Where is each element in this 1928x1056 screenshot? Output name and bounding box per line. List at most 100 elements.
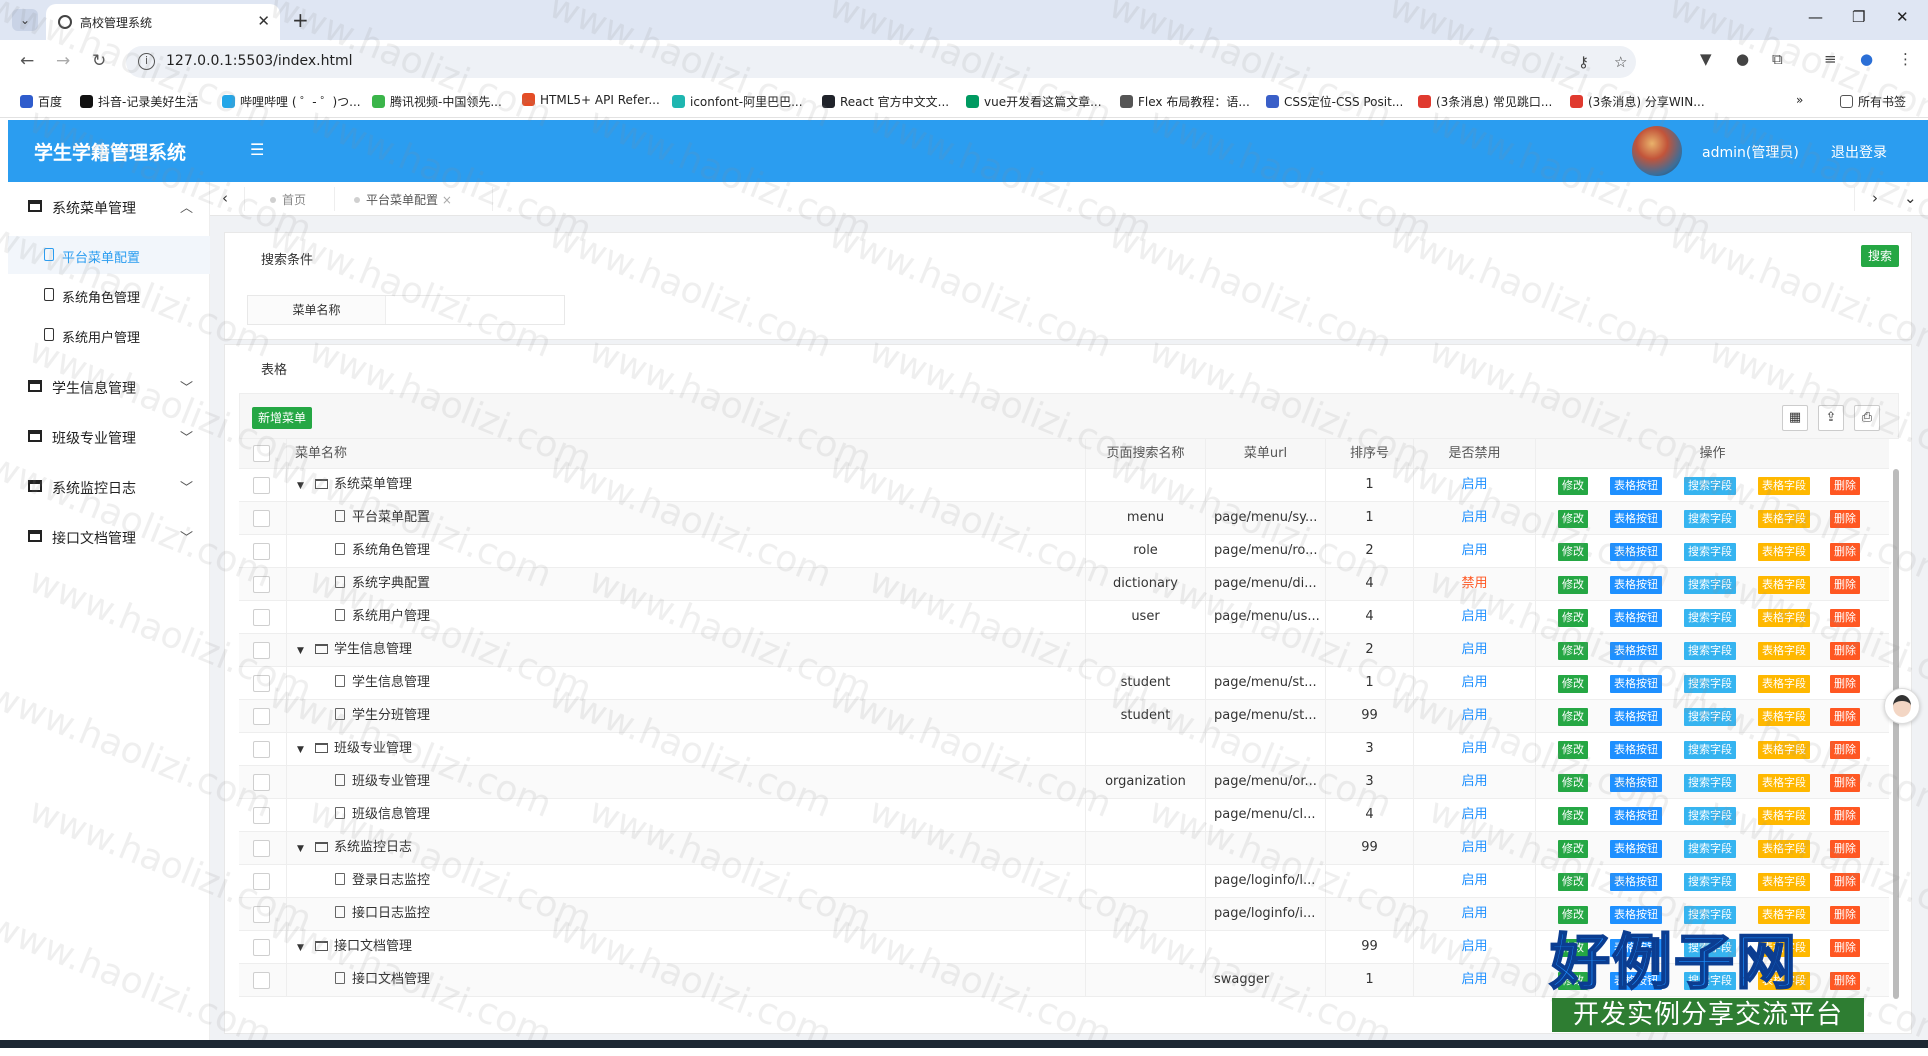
- avatar[interactable]: [1632, 126, 1682, 176]
- search-fields-button[interactable]: 搜索字段: [1684, 708, 1736, 726]
- reload-icon[interactable]: ↻: [92, 51, 106, 71]
- table-row[interactable]: 系统用户管理 user page/menu/us... 4 启用 修改 表格按钮 搜索字段 表格…: [239, 601, 1889, 634]
- table-row[interactable]: ▼ 学生信息管理 2 启用 修改 表格按钮 搜索字段 表格字段 删除: [239, 634, 1889, 667]
- all-bookmarks-button[interactable]: 所有书签: [1840, 93, 1906, 110]
- edit-button[interactable]: 修改: [1558, 642, 1588, 660]
- search-fields-button[interactable]: 搜索字段: [1684, 774, 1736, 792]
- search-fields-button[interactable]: 搜索字段: [1684, 741, 1736, 759]
- search-fields-button[interactable]: 搜索字段: [1684, 873, 1736, 891]
- edit-button[interactable]: 修改: [1558, 840, 1588, 858]
- delete-button[interactable]: 删除: [1830, 840, 1860, 858]
- bookmark[interactable]: vue开发看这篇文章...: [966, 93, 1102, 110]
- delete-button[interactable]: 删除: [1830, 675, 1860, 693]
- table-row[interactable]: 学生分班管理 student page/menu/st... 99 启用 修改 表格按钮 搜索…: [239, 700, 1889, 733]
- delete-button[interactable]: 删除: [1830, 807, 1860, 825]
- row-checkbox[interactable]: [253, 873, 270, 890]
- tabs-scroll-right-icon[interactable]: ›: [1872, 189, 1878, 207]
- table-buttons-button[interactable]: 表格按钮: [1610, 642, 1662, 660]
- column-header[interactable]: 菜单名称: [287, 439, 1086, 469]
- table-buttons-button[interactable]: 表格按钮: [1610, 675, 1662, 693]
- omnibox[interactable]: i 127.0.0.1:5503/index.html ☆ ⚷: [126, 46, 1636, 78]
- print-icon[interactable]: ⎙: [1854, 405, 1880, 431]
- row-checkbox[interactable]: [253, 477, 270, 494]
- row-checkbox[interactable]: [253, 774, 270, 791]
- close-icon[interactable]: ×: [442, 193, 452, 207]
- tab-search-icon[interactable]: ⌄: [12, 9, 38, 31]
- row-checkbox[interactable]: [253, 609, 270, 626]
- bookmark[interactable]: 腾讯视频-中国领先...: [372, 93, 502, 110]
- logout-button[interactable]: 退出登录: [1831, 142, 1887, 162]
- key-icon[interactable]: ⚷: [1578, 53, 1589, 71]
- table-buttons-button[interactable]: 表格按钮: [1610, 609, 1662, 627]
- select-all-checkbox[interactable]: [253, 445, 270, 462]
- delete-button[interactable]: 删除: [1830, 510, 1860, 528]
- table-fields-button[interactable]: 表格字段: [1758, 873, 1810, 891]
- table-fields-button[interactable]: 表格字段: [1758, 807, 1810, 825]
- sidebar-group-system-menu[interactable]: 系统菜单管理 ︿: [8, 186, 210, 226]
- table-buttons-button[interactable]: 表格按钮: [1610, 510, 1662, 528]
- site-info-icon[interactable]: i: [138, 53, 155, 70]
- table-fields-button[interactable]: 表格字段: [1758, 543, 1810, 561]
- delete-button[interactable]: 删除: [1830, 642, 1860, 660]
- delete-button[interactable]: 删除: [1830, 708, 1860, 726]
- bookmark-star-icon[interactable]: ☆: [1614, 53, 1627, 71]
- table-row[interactable]: ▼ 班级专业管理 3 启用 修改 表格按钮 搜索字段 表格字段 删除: [239, 733, 1889, 766]
- column-header[interactable]: 菜单url: [1206, 439, 1326, 469]
- edit-button[interactable]: 修改: [1558, 543, 1588, 561]
- edit-button[interactable]: 修改: [1558, 510, 1588, 528]
- search-fields-button[interactable]: 搜索字段: [1684, 675, 1736, 693]
- row-checkbox[interactable]: [253, 906, 270, 923]
- table-fields-button[interactable]: 表格字段: [1758, 609, 1810, 627]
- columns-icon[interactable]: ▦: [1782, 405, 1808, 431]
- bookmark[interactable]: CSS定位-CSS Posit...: [1266, 93, 1403, 110]
- forward-icon[interactable]: →: [56, 51, 70, 71]
- user-name[interactable]: admin(管理员): [1702, 142, 1799, 162]
- table-buttons-button[interactable]: 表格按钮: [1610, 477, 1662, 495]
- back-icon[interactable]: ←: [20, 51, 34, 71]
- bookmark[interactable]: 抖音-记录美好生活: [80, 93, 198, 110]
- caret-down-icon[interactable]: ▼: [297, 833, 307, 865]
- caret-down-icon[interactable]: ▼: [297, 734, 307, 766]
- search-fields-button[interactable]: 搜索字段: [1684, 807, 1736, 825]
- delete-button[interactable]: 删除: [1830, 543, 1860, 561]
- bookmarks-overflow-button[interactable]: »: [1796, 93, 1803, 107]
- row-checkbox[interactable]: [253, 510, 270, 527]
- delete-button[interactable]: 删除: [1830, 477, 1860, 495]
- add-menu-button[interactable]: 新增菜单: [252, 407, 313, 429]
- delete-button[interactable]: 删除: [1830, 774, 1860, 792]
- more-menu-icon[interactable]: ⋮: [1898, 50, 1913, 68]
- row-checkbox[interactable]: [253, 840, 270, 857]
- table-buttons-button[interactable]: 表格按钮: [1610, 840, 1662, 858]
- search-fields-button[interactable]: 搜索字段: [1684, 543, 1736, 561]
- delete-button[interactable]: 删除: [1830, 741, 1860, 759]
- menu-toggle-icon[interactable]: ☰: [250, 140, 264, 159]
- extension-filter-icon[interactable]: ▼: [1700, 50, 1712, 68]
- bookmark[interactable]: HTML5+ API Refer...: [522, 93, 660, 107]
- delete-button[interactable]: 删除: [1830, 873, 1860, 891]
- table-row[interactable]: 班级专业管理 organization page/menu/or... 3 启用 修改 表格…: [239, 766, 1889, 799]
- bookmark[interactable]: iconfont-阿里巴巴...: [672, 93, 803, 110]
- browser-tab[interactable]: 高校管理系统 ✕: [46, 4, 280, 40]
- table-fields-button[interactable]: 表格字段: [1758, 576, 1810, 594]
- table-fields-button[interactable]: 表格字段: [1758, 477, 1810, 495]
- row-checkbox[interactable]: [253, 543, 270, 560]
- menu-name-input[interactable]: [386, 296, 564, 324]
- row-checkbox[interactable]: [253, 972, 270, 989]
- table-row[interactable]: 学生信息管理 student page/menu/st... 1 启用 修改 表格按钮 搜索字…: [239, 667, 1889, 700]
- export-icon[interactable]: ⇪: [1818, 405, 1844, 431]
- table-row[interactable]: 登录日志监控 page/loginfo/l... 启用 修改 表格按钮 搜索字段 表格字段 删…: [239, 865, 1889, 898]
- bookmark[interactable]: React 官方中文文...: [822, 93, 949, 110]
- table-fields-button[interactable]: 表格字段: [1758, 741, 1810, 759]
- table-fields-button[interactable]: 表格字段: [1758, 642, 1810, 660]
- caret-down-icon[interactable]: ▼: [297, 635, 307, 667]
- playlist-icon[interactable]: ≡: [1824, 50, 1837, 68]
- search-fields-button[interactable]: 搜索字段: [1684, 510, 1736, 528]
- table-buttons-button[interactable]: 表格按钮: [1610, 774, 1662, 792]
- close-window-icon[interactable]: ✕: [1896, 8, 1909, 26]
- table-buttons-button[interactable]: 表格按钮: [1610, 741, 1662, 759]
- table-buttons-button[interactable]: 表格按钮: [1610, 543, 1662, 561]
- restore-icon[interactable]: ❐: [1852, 8, 1865, 26]
- assistant-avatar-button[interactable]: [1884, 688, 1920, 724]
- table-scrollbar[interactable]: [1893, 469, 1899, 999]
- row-checkbox[interactable]: [253, 642, 270, 659]
